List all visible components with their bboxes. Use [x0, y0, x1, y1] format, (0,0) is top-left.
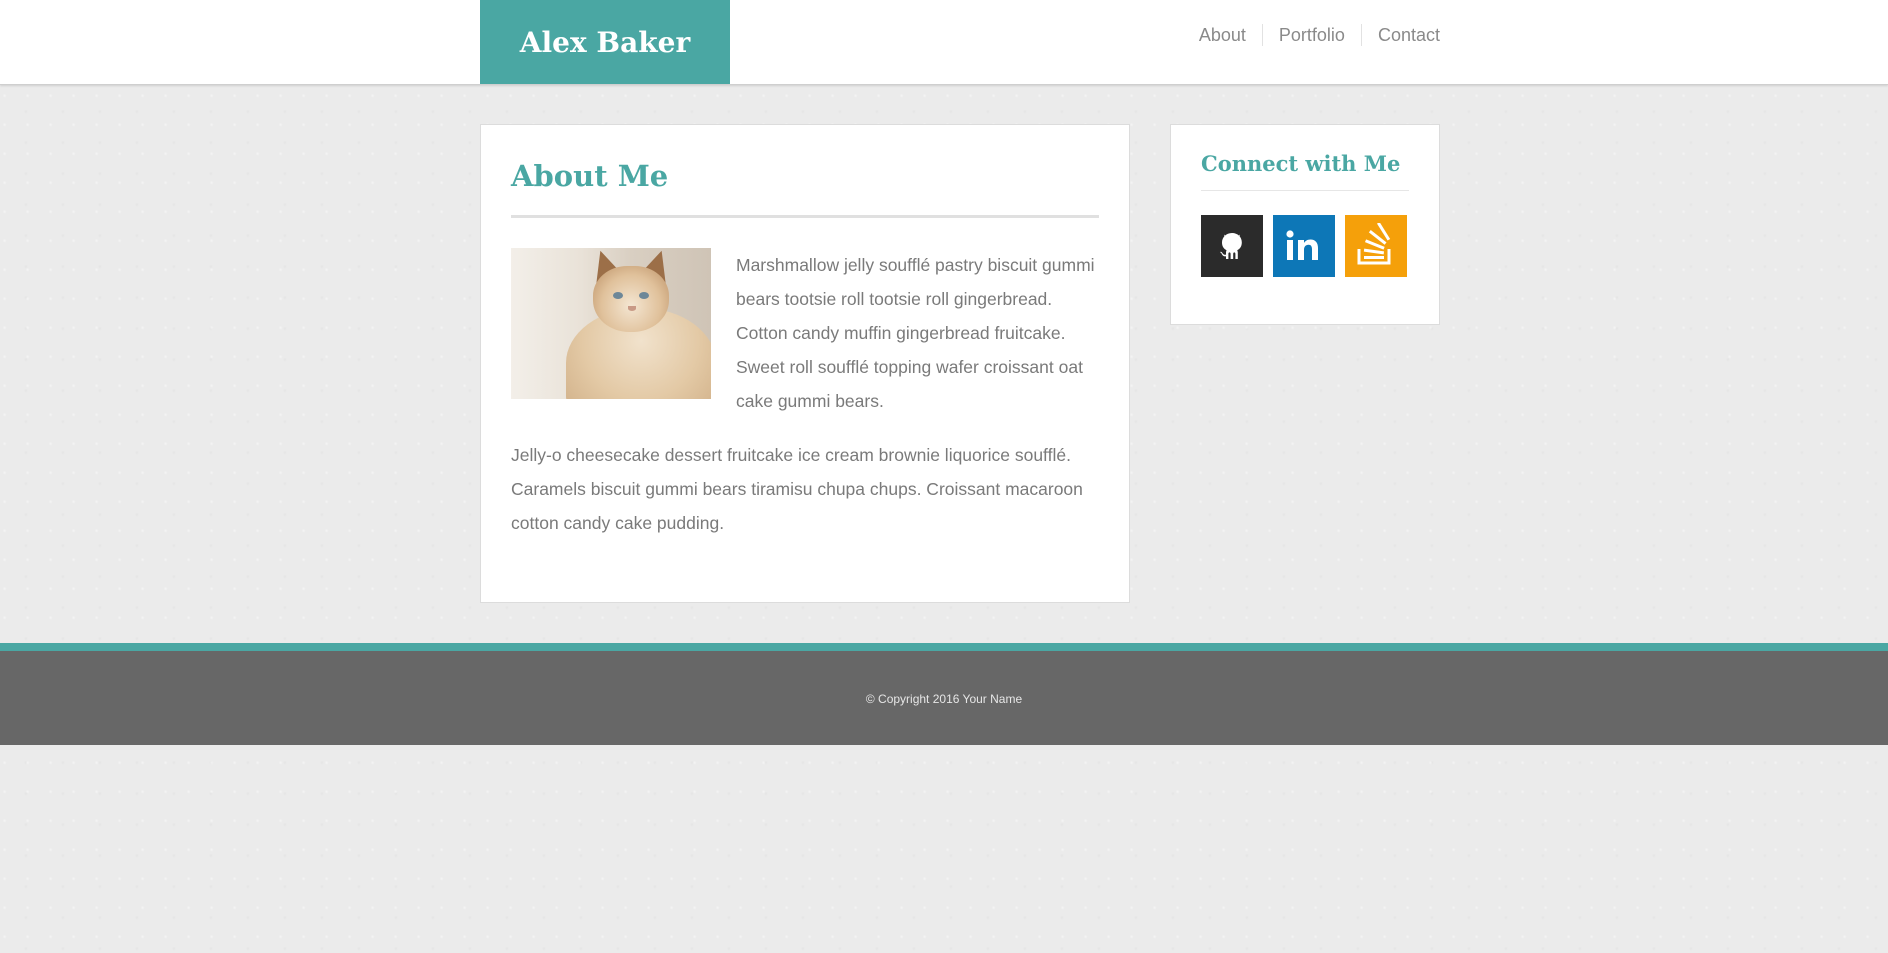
nav-item-portfolio[interactable]: Portfolio — [1261, 24, 1361, 46]
cat-photo-eye — [613, 292, 623, 299]
main-nav: About Portfolio Contact — [1183, 24, 1440, 46]
connect-card: Connect with Me — [1170, 124, 1440, 325]
site-header: Alex Baker About Portfolio Contact — [0, 0, 1888, 85]
social-links — [1201, 215, 1409, 277]
cat-photo-head — [593, 266, 669, 332]
nav-item-about[interactable]: About — [1183, 24, 1262, 46]
brand-logo-link[interactable]: Alex Baker — [480, 0, 730, 84]
linkedin-link[interactable] — [1273, 215, 1335, 277]
page-title: About Me — [511, 155, 1099, 218]
cat-photo — [511, 248, 711, 399]
github-link[interactable] — [1201, 215, 1263, 277]
about-paragraph: Jelly-o cheesecake dessert fruitcake ice… — [511, 445, 1083, 533]
github-icon — [1215, 229, 1249, 263]
cat-photo-nose — [628, 306, 636, 311]
cat-photo-eye — [639, 292, 649, 299]
brand-name: Alex Baker — [519, 25, 691, 59]
linkedin-icon — [1284, 228, 1324, 264]
about-body: Marshmallow jelly soufflé pastry biscuit… — [511, 248, 1099, 540]
about-card: About Me Marshmallow jelly soufflé pastr… — [480, 124, 1130, 603]
site-footer: © Copyright 2016 Your Name — [0, 643, 1888, 745]
copyright-text: © Copyright 2016 Your Name — [865, 692, 1023, 706]
sidebar-title: Connect with Me — [1201, 151, 1409, 191]
stackoverflow-icon — [1353, 223, 1399, 269]
nav-item-contact[interactable]: Contact — [1360, 24, 1440, 46]
stackoverflow-link[interactable] — [1345, 215, 1407, 277]
